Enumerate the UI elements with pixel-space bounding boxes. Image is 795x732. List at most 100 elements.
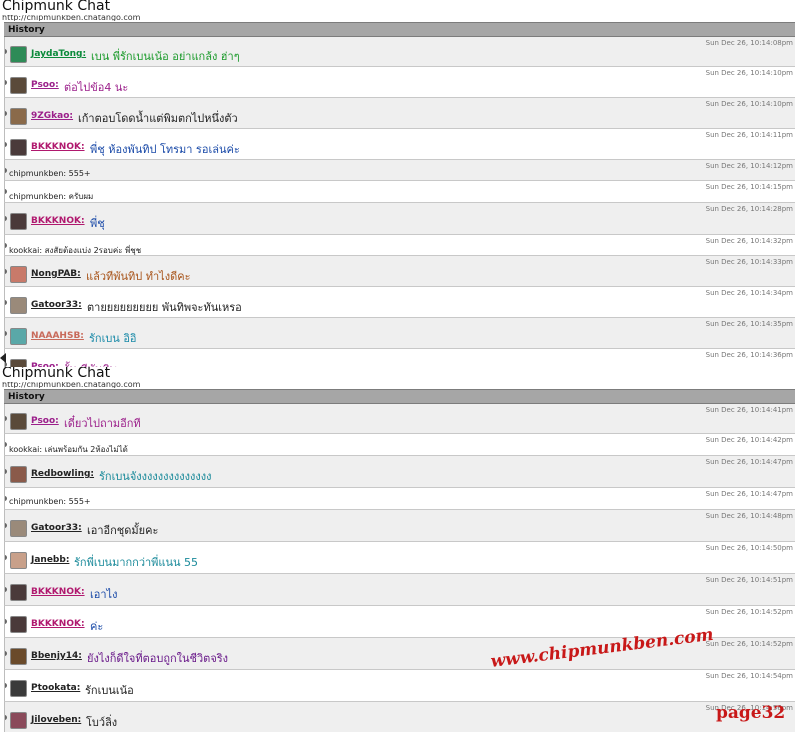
message-text: ตายยยยยยยยย พันทิพจะทันเหรอ: [87, 301, 242, 314]
user-avatar[interactable]: [10, 413, 27, 430]
username-link[interactable]: Janebb:: [31, 555, 69, 565]
message-timestamp: Sun Dec 26, 10:14:32pm: [705, 237, 793, 245]
user-avatar[interactable]: [10, 359, 27, 367]
bullet-dot-icon: [5, 587, 7, 592]
username-link[interactable]: JaydaTong:: [31, 49, 86, 59]
username-link[interactable]: Psoo:: [31, 416, 59, 426]
message-row: Sun Dec 26, 10:14:42pm kookkai: เล่นพร้อม…: [4, 434, 795, 456]
user-avatar[interactable]: [10, 466, 27, 483]
user-avatar[interactable]: [10, 552, 27, 569]
message-row: Sun Dec 26, 10:14:54pm Ptookata: รักเบนเน้…: [4, 670, 795, 702]
message-row: Sun Dec 26, 10:14:15pm chipmunkben: ครับผ…: [4, 181, 795, 203]
bullet-dot-icon: [5, 523, 7, 528]
message-timestamp: Sun Dec 26, 10:14:47pm: [705, 490, 793, 498]
message-timestamp: Sun Dec 26, 10:14:47pm: [705, 458, 793, 466]
history-header: History: [4, 22, 795, 37]
username-link[interactable]: BKKKNOK:: [31, 619, 85, 629]
message-text: ต่อไปข้อ4 นะ: [64, 81, 129, 94]
message-timestamp: Sun Dec 26, 10:14:33pm: [705, 258, 793, 266]
user-avatar[interactable]: [10, 584, 27, 601]
chat-url[interactable]: http://chipmunkben.chatango.com: [2, 15, 140, 21]
message-row: Sun Dec 26, 10:14:47pm Redbowling: รักเบนจ…: [4, 456, 795, 488]
message-row: Sun Dec 26, 10:14:47pm chipmunkben: 555+: [4, 488, 795, 510]
username-link[interactable]: NAAAHSB:: [31, 331, 84, 341]
plain-message-text: kookkai: สงสัยต้องแบ่ง 2รอบค่ะ พี่ชุช: [9, 246, 142, 255]
bullet-dot-icon: [5, 651, 7, 656]
message-timestamp: Sun Dec 26, 10:14:48pm: [705, 512, 793, 520]
message-timestamp: Sun Dec 26, 10:14:54pm: [705, 672, 793, 680]
message-list: Sun Dec 26, 10:14:41pm Psoo: เดี๋ยวไปถามอี…: [4, 404, 795, 732]
message-row: Sun Dec 26, 10:14:12pm chipmunkben: 555+: [4, 160, 795, 181]
plain-message-text: chipmunkben: ครับผม: [9, 192, 94, 201]
chat-panel-1: Chipmunk Chat http://chipmunkben.chatang…: [0, 0, 795, 367]
message-timestamp: Sun Dec 26, 10:14:08pm: [705, 39, 793, 47]
bullet-dot-icon: [5, 168, 7, 173]
bullet-dot-icon: [5, 111, 7, 116]
user-avatar[interactable]: [10, 520, 27, 537]
bullet-dot-icon: [5, 469, 7, 474]
username-link[interactable]: Jiloveben:: [31, 715, 81, 725]
message-text: งั้น ทีพันทิพ: [64, 360, 117, 367]
message-text: เก้าตอบโดดน้ำแต่พิมตกไปหนึ่งตัว: [78, 112, 238, 125]
username-link[interactable]: Ptookata:: [31, 683, 80, 693]
username-link[interactable]: BKKKNOK:: [31, 216, 85, 226]
message-text: รักเบน อิอิ: [89, 332, 137, 345]
user-avatar[interactable]: [10, 297, 27, 314]
bullet-dot-icon: [5, 243, 7, 248]
username-link[interactable]: NongPAB:: [31, 269, 81, 279]
username-link[interactable]: Psoo:: [31, 80, 59, 90]
bullet-dot-icon: [5, 555, 7, 560]
message-timestamp: Sun Dec 26, 10:14:52pm: [705, 608, 793, 616]
bullet-dot-icon: [5, 683, 7, 688]
username-link[interactable]: Gatoor33:: [31, 300, 82, 310]
message-list: Sun Dec 26, 10:14:08pm JaydaTong: เบน พี่ร…: [4, 37, 795, 367]
bullet-dot-icon: [5, 80, 7, 85]
user-avatar[interactable]: [10, 616, 27, 633]
user-avatar[interactable]: [10, 77, 27, 94]
user-avatar[interactable]: [10, 139, 27, 156]
plain-message-text: chipmunkben: 555+: [9, 497, 91, 506]
bullet-dot-icon: [5, 442, 7, 447]
message-text: แล้วทีพันทิป ทำไงดีคะ: [86, 270, 191, 283]
message-text: เดี๋ยวไปถามอีกที: [64, 417, 141, 430]
message-row: Sun Dec 26, 10:14:34pm Gatoor33: ตายยยยยยย…: [4, 287, 795, 318]
user-avatar[interactable]: [10, 46, 27, 63]
bullet-dot-icon: [5, 715, 7, 720]
chat-url[interactable]: http://chipmunkben.chatango.com: [2, 382, 140, 388]
bullet-dot-icon: [5, 189, 7, 194]
message-text: เอาไง: [90, 588, 118, 601]
message-row: Sun Dec 26, 10:14:28pm BKKKNOK: พี่ชุ: [4, 203, 795, 235]
message-row: Sun Dec 26, 10:14:56pm Jiloveben: โบว์ลิ่ง: [4, 702, 795, 732]
plain-message-text: kookkai: เล่นพร้อมกัน 2ห้องไม่ได้: [9, 445, 128, 454]
message-timestamp: Sun Dec 26, 10:14:36pm: [705, 351, 793, 359]
username-link[interactable]: BKKKNOK:: [31, 587, 85, 597]
message-timestamp: Sun Dec 26, 10:14:10pm: [705, 69, 793, 77]
chat-title: Chipmunk Chat: [2, 367, 111, 381]
scroll-left-arrow-icon[interactable]: [0, 353, 6, 363]
message-text: รักเบนเน้อ: [85, 684, 134, 697]
chat-title: Chipmunk Chat: [2, 0, 111, 14]
message-timestamp: Sun Dec 26, 10:14:41pm: [705, 406, 793, 414]
message-row: Sun Dec 26, 10:14:32pm kookkai: สงสัยต้อง…: [4, 235, 795, 256]
user-avatar[interactable]: [10, 213, 27, 230]
user-avatar[interactable]: [10, 712, 27, 729]
message-text: ค่ะ: [90, 620, 104, 633]
page-number-label: page32: [716, 703, 786, 723]
user-avatar[interactable]: [10, 680, 27, 697]
bullet-dot-icon: [5, 619, 7, 624]
username-link[interactable]: Bbenjy14:: [31, 651, 82, 661]
user-avatar[interactable]: [10, 648, 27, 665]
username-link[interactable]: Redbowling:: [31, 469, 94, 479]
username-link[interactable]: 9ZGkao:: [31, 111, 73, 121]
message-timestamp: Sun Dec 26, 10:14:51pm: [705, 576, 793, 584]
user-avatar[interactable]: [10, 328, 27, 345]
user-avatar[interactable]: [10, 266, 27, 283]
message-text: โบว์ลิ่ง: [86, 716, 118, 729]
username-link[interactable]: BKKKNOK:: [31, 142, 85, 152]
message-timestamp: Sun Dec 26, 10:14:28pm: [705, 205, 793, 213]
bullet-dot-icon: [5, 300, 7, 305]
message-row: Sun Dec 26, 10:14:33pm NongPAB: แล้วทีพันท…: [4, 256, 795, 287]
message-timestamp: Sun Dec 26, 10:14:52pm: [705, 640, 793, 648]
username-link[interactable]: Gatoor33:: [31, 523, 82, 533]
user-avatar[interactable]: [10, 108, 27, 125]
